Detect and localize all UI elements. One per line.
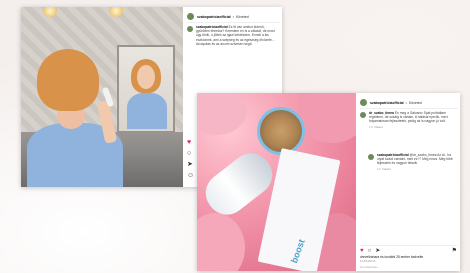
reflection-face (137, 65, 155, 89)
heart-icon[interactable]: ♥ (360, 248, 364, 254)
rose-petal (297, 93, 356, 143)
share-icon[interactable]: ➤ (187, 161, 194, 168)
post-2-photo[interactable]: boost (197, 93, 356, 271)
share-icon[interactable]: ➤ (375, 248, 380, 254)
bookmark-icon[interactable]: ⚑ (452, 248, 457, 254)
post-2-username[interactable]: szabopatriciaofficial (370, 101, 404, 105)
separator-dot: • (405, 100, 407, 105)
post-2-actions: ♥ ○ ➤ ⚑ (360, 248, 457, 254)
comment-avatar[interactable] (368, 154, 374, 160)
post-1-photo[interactable] (21, 7, 183, 187)
post-1-actions: ♥ ○ ➤ ☺ (187, 139, 194, 179)
reflection-shirt (127, 93, 167, 129)
rose-petal (197, 213, 245, 271)
comment-avatar[interactable] (360, 112, 366, 118)
post-2-sidebar: szabopatriciaofficial • Követed dr_szabo… (356, 93, 460, 271)
instagram-post-2: boost szabopatriciaofficial • Követed dr… (197, 93, 460, 271)
post-2-header: szabopatriciaofficial • Követed (360, 97, 458, 109)
comment-2: szabopatriciaofficial @dr_szabo_timea Az… (368, 153, 457, 171)
add-comment-input[interactable]: Hozzászólás... (360, 265, 457, 269)
rose-petal (197, 93, 247, 135)
comment-icon[interactable]: ○ (187, 150, 194, 157)
follow-button[interactable]: Követed (236, 15, 249, 19)
post-1-header: szabopatriciaofficial • Követed (187, 11, 280, 23)
comment-icon[interactable]: ○ (368, 248, 372, 254)
heart-icon[interactable]: ♥ (187, 139, 194, 146)
avatar[interactable] (187, 13, 194, 20)
avatar[interactable] (360, 99, 367, 106)
post-1-caption: szabopatriciaofficial Ez itt van amikor … (187, 25, 279, 46)
post-date: 8 HÓNAPJA (360, 259, 376, 263)
post-2-footer: ♥ ○ ➤ ⚑ drevelbahara és további 25 ember… (360, 245, 457, 269)
comment-1: dr_szabo_timea Én meg a Galvanic Spát pr… (360, 111, 457, 129)
add-comment-icon[interactable]: ☺ (187, 172, 194, 179)
separator-dot: • (232, 14, 234, 19)
comment-meta[interactable]: 1 h Válasz (377, 167, 457, 171)
post-1-username[interactable]: szabopatriciaofficial (197, 15, 231, 19)
follow-button[interactable]: Követed (409, 101, 422, 105)
comment-meta[interactable]: 1 h Válasz (369, 125, 457, 129)
woman-hair (37, 49, 99, 111)
caption-avatar[interactable] (187, 26, 193, 32)
